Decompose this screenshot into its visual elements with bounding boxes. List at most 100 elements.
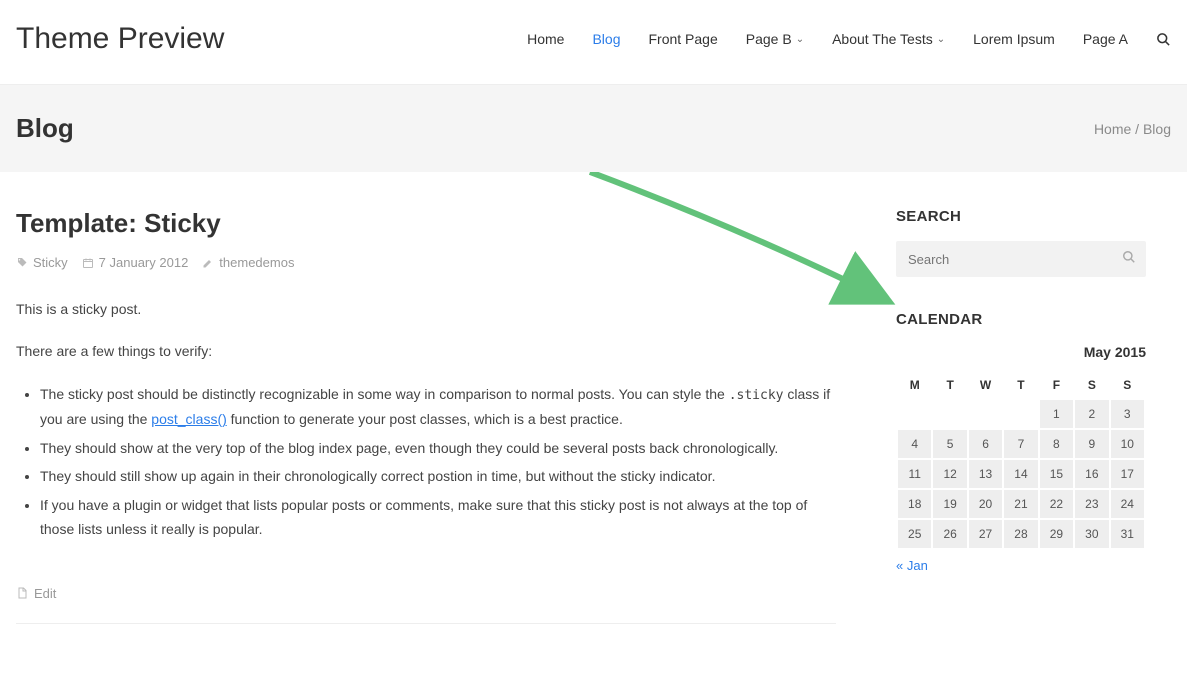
- cal-day[interactable]: 3: [1111, 400, 1144, 428]
- cal-day[interactable]: 30: [1075, 520, 1108, 548]
- widget-title: SEARCH: [896, 208, 1146, 225]
- cal-day[interactable]: 11: [898, 460, 931, 488]
- post-date-label: 7 January 2012: [99, 255, 189, 270]
- cal-day[interactable]: 20: [969, 490, 1002, 518]
- nav-about-tests[interactable]: About The Tests ⌄: [832, 31, 945, 47]
- nav-label: Home: [527, 31, 564, 47]
- cal-day[interactable]: 24: [1111, 490, 1144, 518]
- nav-label: Front Page: [648, 31, 717, 47]
- list-item: The sticky post should be distinctly rec…: [40, 382, 836, 432]
- post-paragraph: This is a sticky post.: [16, 298, 836, 322]
- cal-day[interactable]: 23: [1075, 490, 1108, 518]
- cal-day-head: T: [1004, 372, 1037, 398]
- cal-day[interactable]: 16: [1075, 460, 1108, 488]
- cal-day[interactable]: 28: [1004, 520, 1037, 548]
- post-date[interactable]: 7 January 2012: [82, 255, 189, 270]
- breadcrumb-current: Blog: [1143, 121, 1171, 137]
- cal-pad: [898, 400, 931, 428]
- cal-day[interactable]: 14: [1004, 460, 1037, 488]
- cal-day[interactable]: 12: [933, 460, 966, 488]
- cal-day[interactable]: 8: [1040, 430, 1073, 458]
- list-item: If you have a plugin or widget that list…: [40, 493, 836, 542]
- list-item: They should show at the very top of the …: [40, 436, 836, 461]
- chevron-down-icon: ⌄: [796, 34, 804, 45]
- post-author[interactable]: themedemos: [202, 255, 294, 270]
- nav-home[interactable]: Home: [527, 31, 564, 47]
- breadcrumb-home[interactable]: Home: [1094, 121, 1131, 137]
- cal-day[interactable]: 9: [1075, 430, 1108, 458]
- cal-day[interactable]: 10: [1111, 430, 1144, 458]
- cal-day[interactable]: 15: [1040, 460, 1073, 488]
- post-meta: Sticky 7 January 2012 themedemos: [16, 255, 836, 270]
- widget-search: SEARCH: [896, 208, 1146, 277]
- cal-day[interactable]: 21: [1004, 490, 1037, 518]
- cal-day[interactable]: 7: [1004, 430, 1037, 458]
- nav-label: About The Tests: [832, 31, 933, 47]
- page-header: Blog Home / Blog: [0, 85, 1187, 172]
- content-wrap: Template: Sticky Sticky 7 January 2012 t…: [0, 172, 1187, 640]
- cal-day[interactable]: 13: [969, 460, 1002, 488]
- nav-page-a[interactable]: Page A: [1083, 31, 1128, 47]
- document-icon: [16, 587, 28, 599]
- breadcrumb-sep: /: [1131, 121, 1143, 137]
- main-column: Template: Sticky Sticky 7 January 2012 t…: [16, 208, 836, 624]
- tag-icon: [16, 257, 28, 269]
- nav-search-button[interactable]: [1156, 32, 1171, 47]
- nav-label: Page A: [1083, 31, 1128, 47]
- cal-day-head: F: [1040, 372, 1073, 398]
- cal-day-head: T: [933, 372, 966, 398]
- nav-page-b[interactable]: Page B ⌄: [746, 31, 804, 47]
- text: The sticky post should be distinctly rec…: [40, 386, 729, 402]
- cal-day[interactable]: 17: [1111, 460, 1144, 488]
- cal-day-head: W: [969, 372, 1002, 398]
- cal-day[interactable]: 5: [933, 430, 966, 458]
- cal-day[interactable]: 2: [1075, 400, 1108, 428]
- breadcrumb: Home / Blog: [1094, 121, 1171, 137]
- code: .sticky: [729, 388, 784, 403]
- post-tag[interactable]: Sticky: [16, 255, 68, 270]
- nav-front-page[interactable]: Front Page: [648, 31, 717, 47]
- cal-day[interactable]: 4: [898, 430, 931, 458]
- post-title[interactable]: Template: Sticky: [16, 208, 836, 239]
- page-title: Blog: [16, 113, 74, 144]
- cal-day[interactable]: 26: [933, 520, 966, 548]
- search-icon: [1156, 32, 1171, 47]
- search-submit-button[interactable]: [1122, 250, 1136, 269]
- nav-lorem-ipsum[interactable]: Lorem Ipsum: [973, 31, 1055, 47]
- nav-label: Blog: [592, 31, 620, 47]
- widget-title: CALENDAR: [896, 311, 1146, 328]
- site-title[interactable]: Theme Preview: [16, 22, 224, 56]
- cal-pad: [1004, 400, 1037, 428]
- search-box: [896, 241, 1146, 277]
- cal-day[interactable]: 29: [1040, 520, 1073, 548]
- cal-day[interactable]: 27: [969, 520, 1002, 548]
- edit-link[interactable]: Edit: [16, 586, 836, 624]
- post-author-label: themedemos: [219, 255, 294, 270]
- calendar-table: M T W T F S S 1 2 3 45678910: [896, 370, 1146, 550]
- search-input[interactable]: [896, 252, 1146, 267]
- cal-day[interactable]: 31: [1111, 520, 1144, 548]
- cal-day[interactable]: 18: [898, 490, 931, 518]
- cal-day[interactable]: 25: [898, 520, 931, 548]
- cal-day[interactable]: 22: [1040, 490, 1073, 518]
- post-content: This is a sticky post. There are a few t…: [16, 298, 836, 542]
- list-item: They should still show up again in their…: [40, 464, 836, 489]
- post-class-link[interactable]: post_class(): [151, 411, 226, 427]
- cal-day-head: S: [1111, 372, 1144, 398]
- post-list: The sticky post should be distinctly rec…: [16, 382, 836, 542]
- cal-day[interactable]: 19: [933, 490, 966, 518]
- calendar-icon: [82, 257, 94, 269]
- text: function to generate your post classes, …: [227, 411, 623, 427]
- nav-label: Page B: [746, 31, 792, 47]
- cal-day[interactable]: 1: [1040, 400, 1073, 428]
- cal-day[interactable]: 6: [969, 430, 1002, 458]
- nav-blog[interactable]: Blog: [592, 31, 620, 47]
- cal-day-head: S: [1075, 372, 1108, 398]
- calendar-prev-link[interactable]: « Jan: [896, 558, 928, 573]
- search-icon: [1122, 250, 1136, 264]
- chevron-down-icon: ⌄: [937, 34, 945, 45]
- topbar: Theme Preview Home Blog Front Page Page …: [0, 0, 1187, 85]
- post-tag-label: Sticky: [33, 255, 68, 270]
- calendar-prev[interactable]: « Jan: [896, 558, 1146, 573]
- widget-calendar: CALENDAR May 2015 M T W T F S S 1 2: [896, 311, 1146, 573]
